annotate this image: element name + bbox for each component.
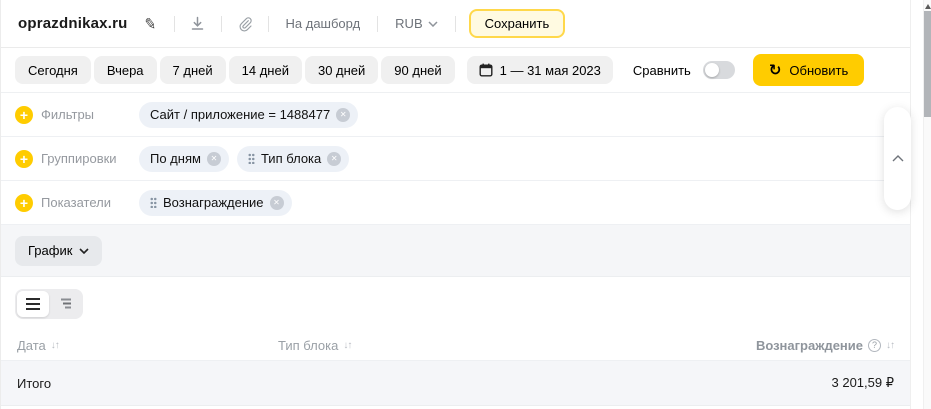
total-label: Итого bbox=[17, 376, 51, 391]
grouping-chip-block-type[interactable]: Тип блока ✕ bbox=[237, 146, 349, 172]
compare-toggle[interactable] bbox=[703, 61, 735, 79]
remove-chip-icon[interactable]: ✕ bbox=[270, 196, 284, 210]
tree-view-button[interactable] bbox=[49, 291, 81, 317]
add-metric-button[interactable]: + bbox=[15, 194, 33, 212]
date-range-value: 1 — 31 мая 2023 bbox=[500, 63, 601, 78]
table-view-toggle bbox=[15, 289, 83, 319]
remove-chip-icon[interactable]: ✕ bbox=[207, 152, 221, 166]
refresh-label: Обновить bbox=[789, 63, 848, 78]
chip-text: По дням bbox=[150, 151, 201, 166]
drag-handle-icon[interactable] bbox=[150, 197, 157, 208]
divider bbox=[455, 16, 456, 32]
plus-icon: + bbox=[20, 151, 28, 167]
sort-icon[interactable]: ↓↑ bbox=[51, 340, 59, 351]
plus-icon: + bbox=[20, 195, 28, 211]
share-link-button[interactable] bbox=[233, 12, 257, 36]
site-name: oprazdnikax.ru bbox=[18, 15, 128, 32]
column-header-reward[interactable]: Вознаграждение ? ↓↑ bbox=[756, 338, 894, 353]
tree-list-icon bbox=[58, 297, 72, 310]
table-header: Дата ↓↑ Тип блока ↓↑ Вознаграждение ? ↓↑ bbox=[1, 330, 910, 361]
dashboard-link[interactable]: На дашборд bbox=[280, 16, 367, 31]
compare-label: Сравнить bbox=[633, 63, 691, 78]
currency-select[interactable]: RUB bbox=[389, 16, 443, 31]
preset-yesterday[interactable]: Вчера bbox=[94, 56, 157, 84]
add-filter-button[interactable]: + bbox=[15, 106, 33, 124]
column-label: Дата bbox=[17, 338, 46, 353]
chevron-down-icon bbox=[428, 21, 438, 27]
date-toolbar: Сегодня Вчера 7 дней 14 дней 30 дней 90 … bbox=[1, 48, 910, 93]
preset-30-days[interactable]: 30 дней bbox=[305, 56, 378, 84]
preset-today[interactable]: Сегодня bbox=[15, 56, 91, 84]
scroll-up-icon[interactable] bbox=[925, 4, 931, 9]
column-label: Вознаграждение bbox=[756, 338, 863, 353]
filters-row: + Фильтры Сайт / приложение = 1488477 ✕ bbox=[1, 93, 910, 137]
groupings-label: Группировки bbox=[41, 151, 119, 166]
remove-chip-icon[interactable]: ✕ bbox=[327, 152, 341, 166]
refresh-button[interactable]: ↻ Обновить bbox=[753, 54, 864, 86]
divider bbox=[268, 16, 269, 32]
filter-chips: Сайт / приложение = 1488477 ✕ bbox=[139, 102, 358, 128]
edit-title-button[interactable]: ✎ bbox=[139, 12, 163, 36]
chip-text: Сайт / приложение = 1488477 bbox=[150, 107, 330, 122]
plus-icon: + bbox=[20, 107, 28, 123]
save-button[interactable]: Сохранить bbox=[469, 9, 566, 38]
help-icon[interactable]: ? bbox=[868, 339, 881, 352]
scrollbar[interactable] bbox=[923, 0, 931, 409]
divider bbox=[174, 16, 175, 32]
toggle-knob bbox=[705, 63, 719, 77]
total-value: 3 201,59 ₽ bbox=[832, 375, 895, 391]
filters-label: Фильтры bbox=[41, 107, 119, 122]
view-toggle-row bbox=[1, 277, 910, 330]
chip-text: Вознаграждение bbox=[163, 195, 264, 210]
preset-90-days[interactable]: 90 дней bbox=[381, 56, 454, 84]
total-row: Итого 3 201,59 ₽ bbox=[1, 361, 910, 406]
chart-type-select[interactable]: График bbox=[15, 236, 102, 266]
pencil-icon: ✎ bbox=[143, 14, 158, 34]
topbar: oprazdnikax.ru ✎ На дашборд RUB Сохранит… bbox=[1, 0, 910, 48]
column-label: Тип блока bbox=[278, 338, 338, 353]
divider bbox=[377, 16, 378, 32]
paperclip-icon bbox=[237, 16, 253, 32]
calendar-icon bbox=[479, 63, 493, 77]
column-header-date[interactable]: Дата ↓↑ bbox=[17, 338, 278, 353]
metric-chip-reward[interactable]: Вознаграждение ✕ bbox=[139, 190, 292, 216]
metrics-row: + Показатели Вознаграждение ✕ bbox=[1, 181, 910, 225]
refresh-icon: ↻ bbox=[769, 63, 782, 78]
drag-handle-icon[interactable] bbox=[248, 153, 255, 164]
metric-chips: Вознаграждение ✕ bbox=[139, 190, 292, 216]
flat-view-button[interactable] bbox=[17, 291, 49, 317]
preset-7-days[interactable]: 7 дней bbox=[160, 56, 226, 84]
rsya-report-page: oprazdnikax.ru ✎ На дашборд RUB Сохранит… bbox=[0, 0, 931, 409]
content-area: oprazdnikax.ru ✎ На дашборд RUB Сохранит… bbox=[0, 0, 911, 409]
divider bbox=[221, 16, 222, 32]
scrollbar-thumb[interactable] bbox=[924, 11, 931, 117]
date-range-button[interactable]: 1 — 31 мая 2023 bbox=[467, 56, 613, 84]
groupings-row: + Группировки По дням ✕ Тип блока ✕ bbox=[1, 137, 910, 181]
date-presets: Сегодня Вчера 7 дней 14 дней 30 дней 90 … bbox=[15, 56, 455, 84]
download-icon bbox=[190, 16, 205, 31]
sort-icon[interactable]: ↓↑ bbox=[343, 340, 351, 351]
grouping-chips: По дням ✕ Тип блока ✕ bbox=[139, 146, 349, 172]
chevron-down-icon bbox=[79, 248, 89, 254]
currency-value: RUB bbox=[395, 16, 422, 31]
download-button[interactable] bbox=[186, 12, 210, 36]
sort-icon[interactable]: ↓↑ bbox=[886, 340, 894, 351]
chart-band: График bbox=[1, 225, 910, 277]
add-grouping-button[interactable]: + bbox=[15, 150, 33, 168]
collapse-panel-button[interactable] bbox=[884, 107, 911, 210]
chevron-up-icon bbox=[892, 155, 904, 162]
remove-chip-icon[interactable]: ✕ bbox=[336, 108, 350, 122]
chip-text: Тип блока bbox=[261, 151, 321, 166]
flat-list-icon bbox=[26, 298, 40, 310]
chart-type-label: График bbox=[28, 243, 72, 258]
preset-14-days[interactable]: 14 дней bbox=[229, 56, 302, 84]
grouping-chip-by-day[interactable]: По дням ✕ bbox=[139, 146, 229, 172]
metrics-label: Показатели bbox=[41, 195, 119, 210]
column-header-block-type[interactable]: Тип блока ↓↑ bbox=[278, 338, 756, 353]
filter-chip-site[interactable]: Сайт / приложение = 1488477 ✕ bbox=[139, 102, 358, 128]
